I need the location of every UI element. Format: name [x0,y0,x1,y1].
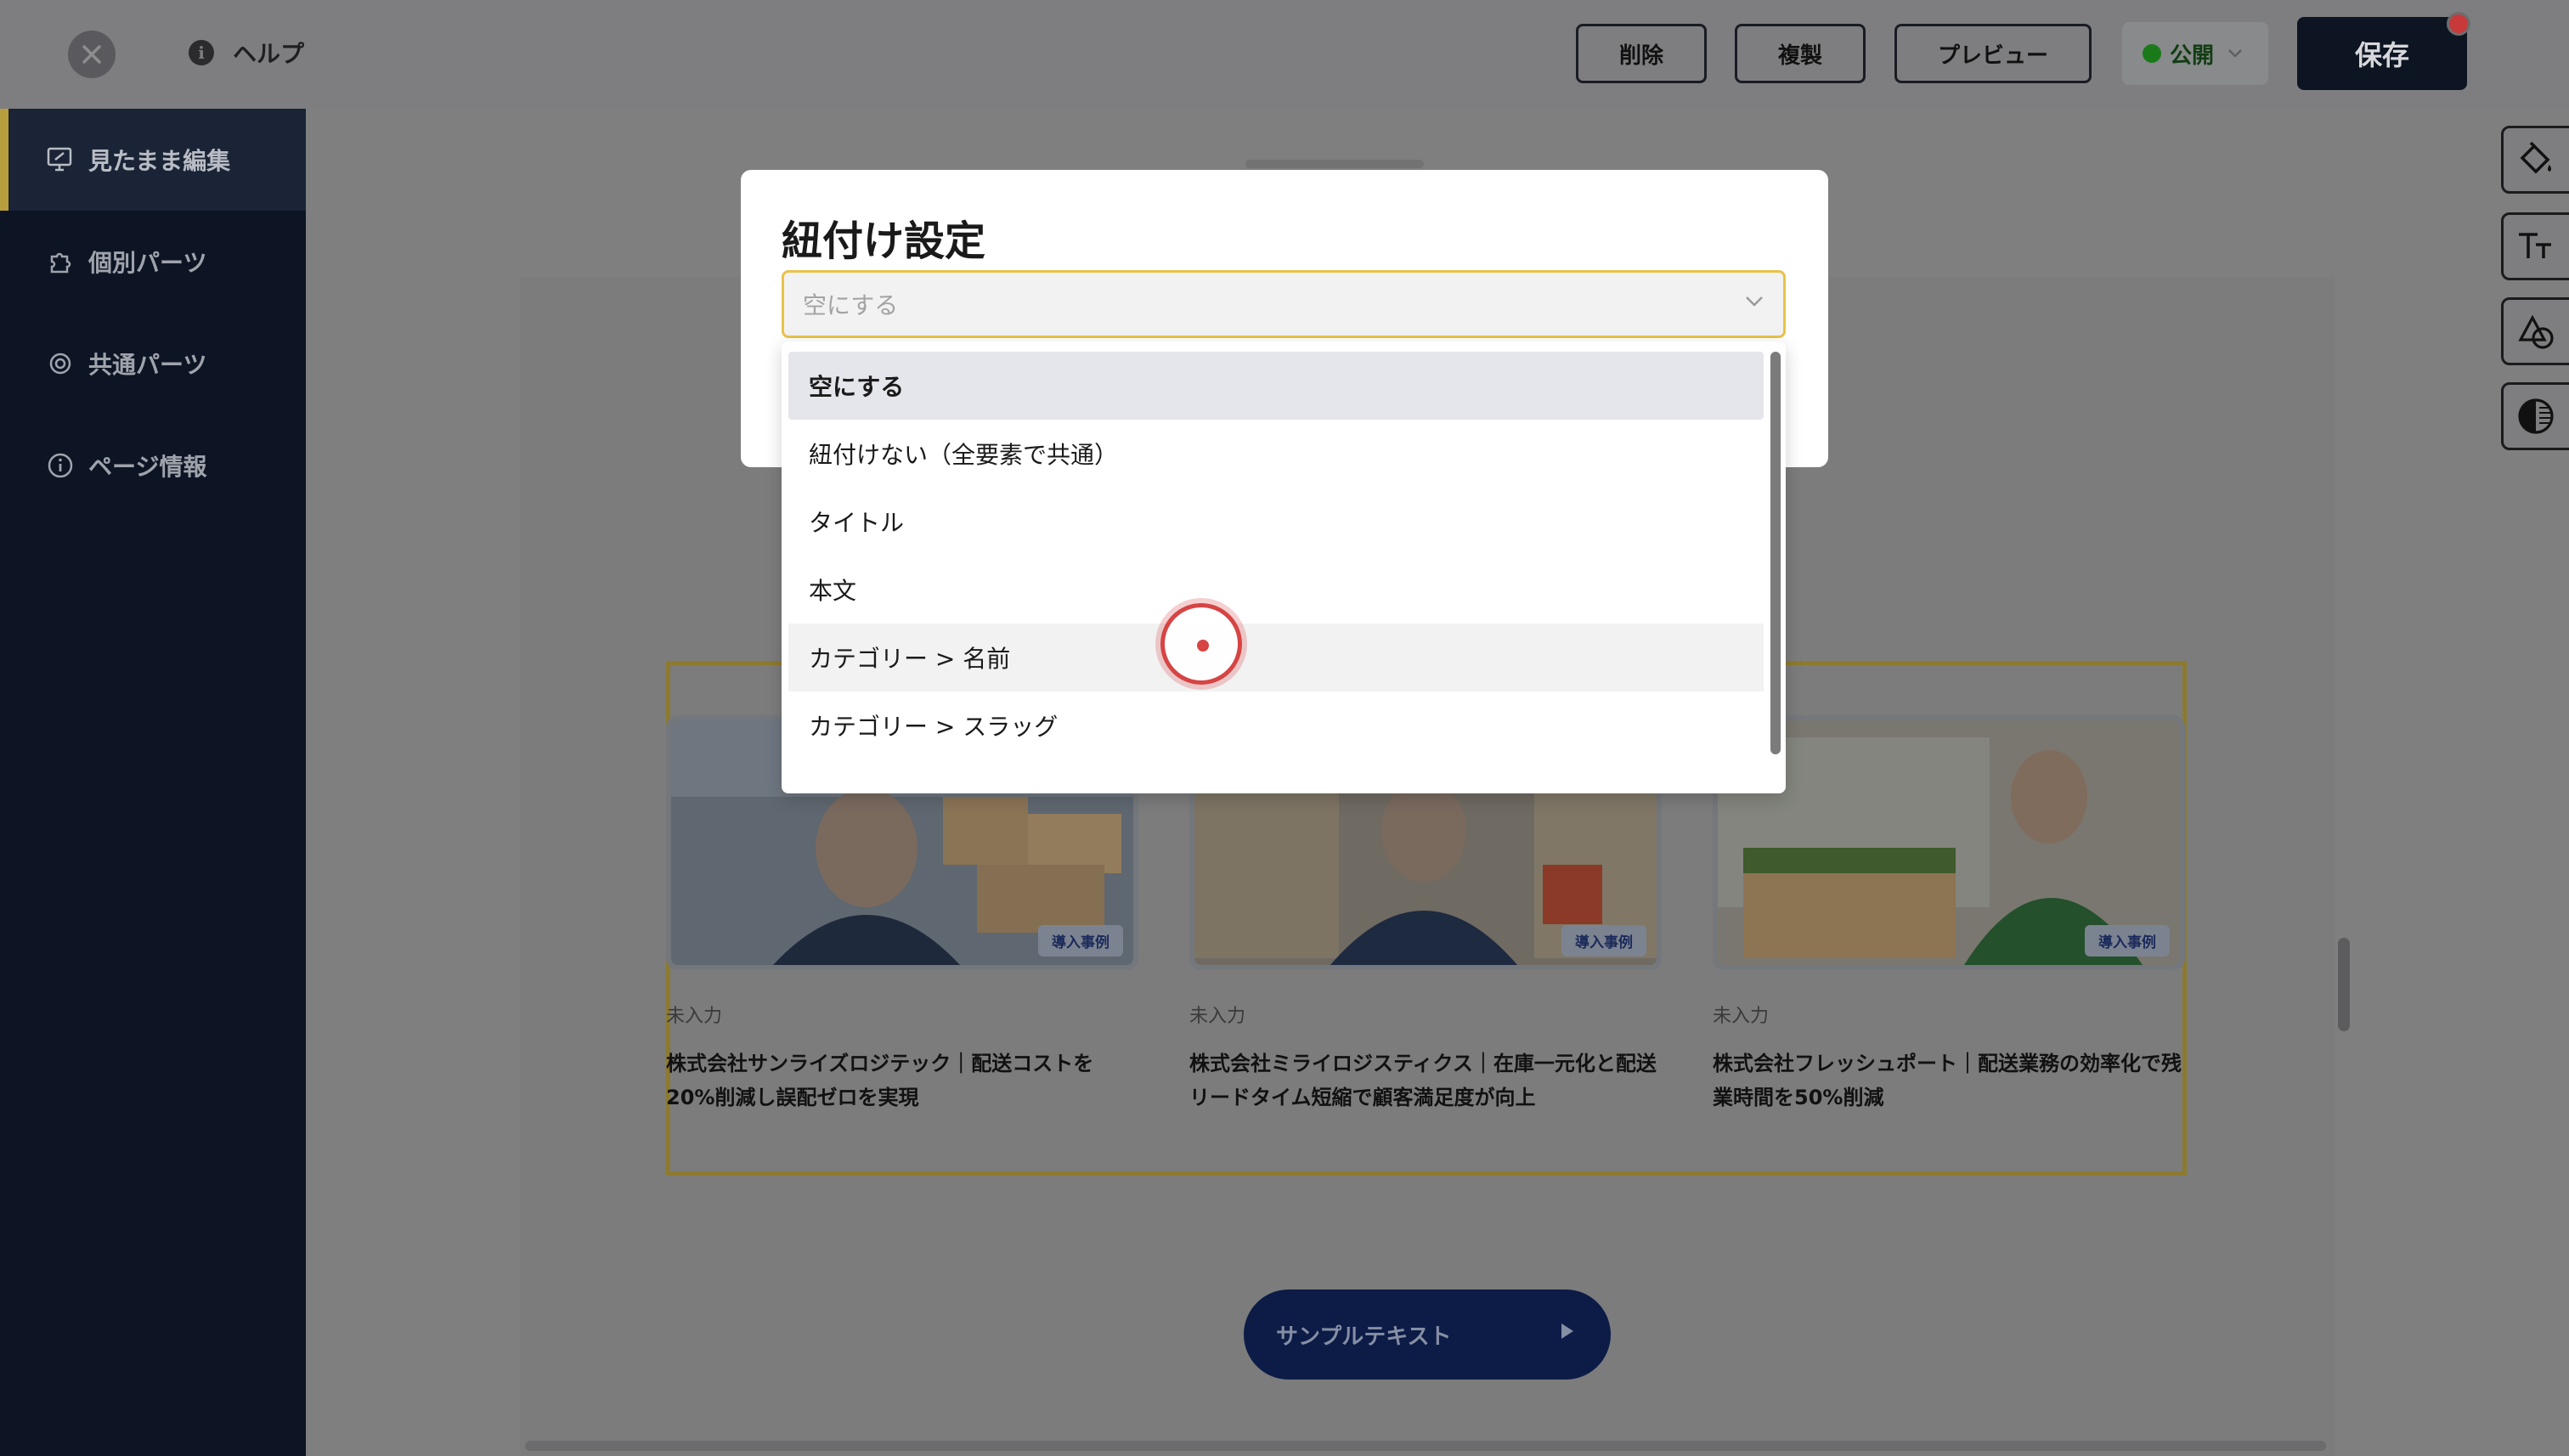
monitor-edit-icon [46,145,75,174]
play-arrow-icon [1561,1323,1573,1339]
dropdown-scrollbar[interactable] [1770,352,1781,754]
cursor-click-dot [1197,640,1209,652]
sidebar-item-label: 個別パーツ [88,249,207,277]
close-icon [82,45,101,64]
sidebar-item-page-info[interactable]: ページ情報 [0,415,306,516]
card-tag: 導入事例 [2085,925,2170,957]
sidebar-item-label: 共通パーツ [88,351,207,379]
status-label: 公開 [2170,42,2215,69]
card-title: 株式会社ミライロジスティクス｜在庫一元化と配送リードタイム短縮で顧客満足度が向上 [1189,1052,1657,1109]
chevron-down-icon [2228,49,2242,58]
sidebar: 見たまま編集 個別パーツ 共通パーツ ページ情報 [0,109,306,1456]
sample-cta-button[interactable]: サンプルテキスト [1244,1290,1611,1380]
top-bar: i ヘルプ 削除 複製 プレビュー 公開 保存 [0,0,2569,109]
sidebar-item-label: ページ情報 [88,453,207,481]
fill-tool-button[interactable] [2501,126,2569,194]
unsaved-indicator [2447,12,2470,36]
shape-tool-button[interactable] [2501,297,2569,365]
card-category: 未入力 [666,1006,723,1027]
duplicate-button[interactable]: 複製 [1735,24,1866,83]
sidebar-item-shared-parts[interactable]: 共通パーツ [0,313,306,415]
save-button[interactable]: 保存 [2297,17,2467,90]
option-empty[interactable]: 空にする [788,352,1764,420]
card-category: 未入力 [1713,1006,1770,1027]
cursor-click-indicator [1160,603,1242,685]
contrast-icon [2518,398,2554,434]
shared-parts-icon [46,349,75,378]
chevron-down-icon [1746,296,1763,307]
sidebar-item-visual-edit[interactable]: 見たまま編集 [0,109,306,211]
card-title: 株式会社フレッシュポート｜配送業務の効率化で残業時間を50%削減 [1713,1052,2182,1109]
card-tag: 導入事例 [1561,925,1646,957]
status-dot [2143,44,2161,63]
help-link[interactable]: i ヘルプ [189,36,304,70]
shapes-icon [2518,314,2554,349]
option-title[interactable]: タイトル [788,488,1764,556]
vertical-scrollbar[interactable] [2338,938,2350,1031]
horizontal-scrollbar[interactable] [525,1441,2326,1451]
preview-button[interactable]: プレビュー [1894,24,2092,83]
card-title: 株式会社サンライズロジテック｜配送コストを20%削減し誤配ゼロを実現 [666,1052,1094,1109]
info-icon [46,451,75,480]
option-category-slug[interactable]: カテゴリー > スラッグ [788,691,1764,759]
text-size-tool-button[interactable] [2501,212,2569,280]
card-category: 未入力 [1189,1006,1246,1027]
sample-cta-label: サンプルテキスト [1276,1323,1452,1350]
close-button[interactable] [68,31,116,78]
paint-bucket-icon [2520,141,2551,174]
option-body[interactable]: 本文 [788,556,1764,624]
sidebar-item-individual-parts[interactable]: 個別パーツ [0,211,306,313]
delete-button[interactable]: 削除 [1576,24,1707,83]
sidebar-item-label: 見たまま編集 [88,147,231,175]
text-size-icon [2519,233,2551,258]
option-category-name[interactable]: カテゴリー > 名前 [788,624,1764,691]
modal-title: 紐付け設定 [782,217,986,265]
info-icon: i [189,40,214,65]
puzzle-icon [46,247,75,276]
contrast-tool-button[interactable] [2501,382,2569,450]
viewport-toggle[interactable] [1245,160,1424,168]
binding-dropdown-list[interactable]: 空にする 紐付けない（全要素で共通） タイトル 本文 カテゴリー > 名前 カテ… [782,341,1786,793]
help-label: ヘルプ [233,40,305,68]
publish-status-select[interactable]: 公開 [2122,22,2268,85]
card-tag: 導入事例 [1038,925,1123,957]
select-value: 空にする [803,291,899,319]
binding-select[interactable]: 空にする [782,270,1786,338]
option-no-binding[interactable]: 紐付けない（全要素で共通） [788,420,1764,488]
